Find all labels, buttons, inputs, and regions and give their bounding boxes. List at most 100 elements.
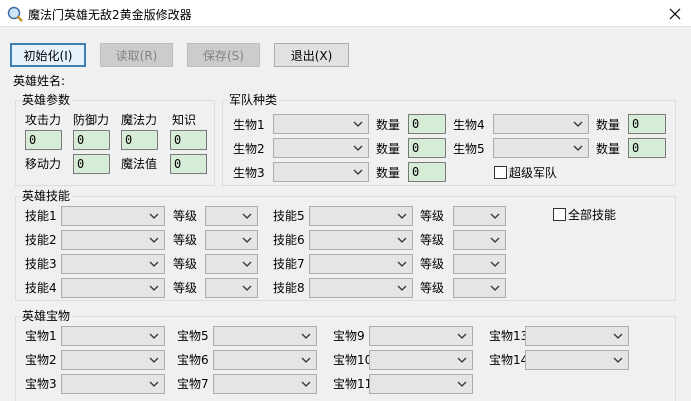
chevron-down-icon xyxy=(242,237,252,243)
creature-4-label: 生物4 xyxy=(453,118,485,132)
chevron-down-icon xyxy=(242,213,252,219)
skill-7-select[interactable] xyxy=(309,254,413,274)
army-title: 军队种类 xyxy=(227,93,280,107)
skill-3-label: 技能3 xyxy=(25,257,57,271)
chevron-down-icon xyxy=(149,381,159,387)
chevron-down-icon xyxy=(149,237,159,243)
skill-4-level-label: 等级 xyxy=(173,281,198,295)
treasure-1-select[interactable] xyxy=(61,326,165,346)
creature-1-qty-input[interactable]: 0 xyxy=(408,114,446,134)
exit-button[interactable]: 退出(X) xyxy=(274,43,349,67)
treasure-13-label: 宝物13 xyxy=(489,329,529,343)
skill-8-label: 技能8 xyxy=(273,281,305,295)
treasure-6-label: 宝物6 xyxy=(177,353,209,367)
skill-6-select[interactable] xyxy=(309,230,413,250)
all-skills-label: 全部技能 xyxy=(568,208,617,222)
chevron-down-icon xyxy=(353,145,363,151)
creature-3-qty-input[interactable]: 0 xyxy=(408,162,446,182)
mana-label: 魔法值 xyxy=(121,157,158,171)
attack-input[interactable]: 0 xyxy=(25,130,62,150)
treasure-2-select[interactable] xyxy=(61,350,165,370)
creature-1-qty-label: 数量 xyxy=(376,118,401,132)
skill-3-level-label: 等级 xyxy=(173,257,198,271)
chevron-down-icon xyxy=(149,357,159,363)
chevron-down-icon xyxy=(149,261,159,267)
treasure-9-select[interactable] xyxy=(369,326,473,346)
skill-7-level-select[interactable] xyxy=(453,254,506,274)
creature-3-label: 生物3 xyxy=(233,166,265,180)
init-button[interactable]: 初始化(I) xyxy=(10,43,86,67)
chevron-down-icon xyxy=(397,261,407,267)
super-army-label: 超级军队 xyxy=(509,166,558,180)
creature-1-select[interactable] xyxy=(273,114,369,134)
mana-input[interactable]: 0 xyxy=(170,154,207,174)
knowledge-label: 知识 xyxy=(172,113,197,127)
creature-5-label: 生物5 xyxy=(453,142,485,156)
chevron-down-icon xyxy=(242,285,252,291)
skill-5-level-select[interactable] xyxy=(453,206,506,226)
chevron-down-icon xyxy=(613,333,623,339)
creature-4-qty-input[interactable]: 0 xyxy=(628,114,666,134)
skill-6-level-select[interactable] xyxy=(453,230,506,250)
skill-5-select[interactable] xyxy=(309,206,413,226)
chevron-down-icon xyxy=(490,285,500,291)
skill-4-select[interactable] xyxy=(61,278,165,298)
chevron-down-icon xyxy=(397,213,407,219)
skill-1-select[interactable] xyxy=(61,206,165,226)
skill-2-label: 技能2 xyxy=(25,233,57,247)
hero-treasures-title: 英雄宝物 xyxy=(20,309,73,323)
skill-8-select[interactable] xyxy=(309,278,413,298)
all-skills-checkbox[interactable] xyxy=(553,208,566,221)
skill-8-level-select[interactable] xyxy=(453,278,506,298)
knowledge-input[interactable]: 0 xyxy=(170,130,207,150)
creature-3-select[interactable] xyxy=(273,162,369,182)
creature-4-qty-label: 数量 xyxy=(596,118,621,132)
chevron-down-icon xyxy=(573,121,583,127)
close-button[interactable] xyxy=(658,0,691,27)
treasure-6-select[interactable] xyxy=(213,350,317,370)
skill-1-label: 技能1 xyxy=(25,209,57,223)
read-button[interactable]: 读取(R) xyxy=(100,43,173,67)
treasure-11-label: 宝物11 xyxy=(333,377,373,391)
creature-4-select[interactable] xyxy=(493,114,589,134)
treasure-10-select[interactable] xyxy=(369,350,473,370)
movement-input[interactable]: 0 xyxy=(73,154,110,174)
treasure-3-select[interactable] xyxy=(61,374,165,394)
save-button[interactable]: 保存(S) xyxy=(187,43,260,67)
treasure-5-select[interactable] xyxy=(213,326,317,346)
skill-3-level-select[interactable] xyxy=(205,254,258,274)
chevron-down-icon xyxy=(490,261,500,267)
chevron-down-icon xyxy=(457,381,467,387)
chevron-down-icon xyxy=(573,145,583,151)
creature-2-qty-input[interactable]: 0 xyxy=(408,138,446,158)
window-title: 魔法门英雄无敌2黄金版修改器 xyxy=(28,8,192,22)
creature-5-qty-input[interactable]: 0 xyxy=(628,138,666,158)
chevron-down-icon xyxy=(397,237,407,243)
creature-2-select[interactable] xyxy=(273,138,369,158)
treasure-14-select[interactable] xyxy=(525,350,629,370)
super-army-checkbox[interactable] xyxy=(494,166,507,179)
skill-1-level-select[interactable] xyxy=(205,206,258,226)
chevron-down-icon xyxy=(353,169,363,175)
skill-2-select[interactable] xyxy=(61,230,165,250)
treasure-13-select[interactable] xyxy=(525,326,629,346)
chevron-down-icon xyxy=(149,285,159,291)
hero-skills-title: 英雄技能 xyxy=(20,189,73,203)
treasure-3-label: 宝物3 xyxy=(25,377,57,391)
chevron-down-icon xyxy=(613,357,623,363)
creature-5-select[interactable] xyxy=(493,138,589,158)
creature-2-qty-label: 数量 xyxy=(376,142,401,156)
defense-input[interactable]: 0 xyxy=(73,130,110,150)
treasure-11-select[interactable] xyxy=(369,374,473,394)
movement-label: 移动力 xyxy=(25,157,62,171)
skill-2-level-select[interactable] xyxy=(205,230,258,250)
treasure-9-label: 宝物9 xyxy=(333,329,365,343)
chevron-down-icon xyxy=(242,261,252,267)
treasure-5-label: 宝物5 xyxy=(177,329,209,343)
spell-power-input[interactable]: 0 xyxy=(121,130,158,150)
skill-4-level-select[interactable] xyxy=(205,278,258,298)
treasure-7-select[interactable] xyxy=(213,374,317,394)
skill-3-select[interactable] xyxy=(61,254,165,274)
defense-label: 防御力 xyxy=(73,113,110,127)
skill-7-level-label: 等级 xyxy=(420,257,445,271)
